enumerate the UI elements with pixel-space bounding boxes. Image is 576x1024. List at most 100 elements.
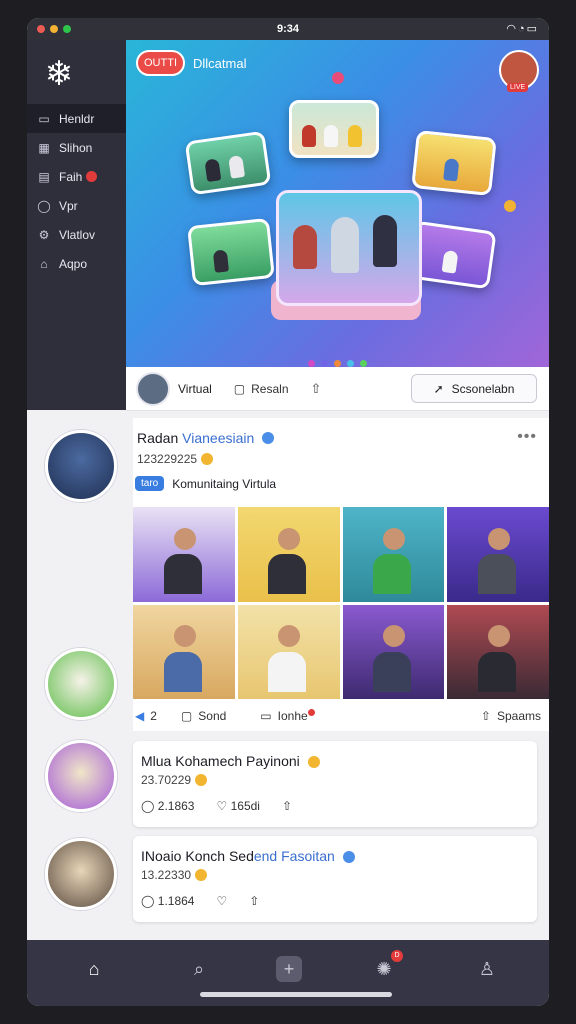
sidebar-item-slihon[interactable]: ▦ Slihon — [27, 133, 126, 162]
profile-avatar[interactable]: LIVE — [499, 50, 539, 92]
verified-icon — [262, 432, 275, 444]
share-icon[interactable]: ⇧ — [282, 799, 292, 813]
person-head — [487, 527, 510, 550]
video-tile[interactable] — [289, 100, 379, 158]
system-icons: ◠◔▭ — [506, 22, 539, 35]
channel-pill[interactable]: OUTTI Dllcatmal — [136, 50, 246, 76]
sidebar-item-faih[interactable]: ▤ Faih — [27, 162, 126, 191]
mini-post-actions: ◯ 1.1864 ♡ ⇧ — [141, 894, 259, 908]
photo-tile[interactable] — [237, 507, 340, 602]
add-icon[interactable]: + — [276, 956, 302, 982]
community-row[interactable]: taro Komunitaing Virtula — [135, 476, 276, 491]
person-head — [383, 625, 406, 648]
video-tile[interactable] — [411, 129, 497, 197]
hero-banner[interactable]: OUTTI Dllcatmal LIVE — [126, 40, 549, 367]
sidebar-item-henldr[interactable]: ▭ Henldr — [27, 104, 126, 133]
pager-dot[interactable] — [308, 360, 315, 367]
carousel-pager — [126, 360, 549, 367]
photo-grid — [133, 507, 549, 699]
like-button[interactable]: ◯ 1.1864 — [141, 894, 194, 908]
action-bar-label: Virtual — [178, 381, 212, 396]
reply-button[interactable]: ▭ Ionhe — [260, 708, 315, 723]
mini-post-title: INoaio Konch Sedend Fasoitan — [141, 848, 355, 864]
story-avatar[interactable] — [45, 648, 117, 720]
search-icon[interactable]: ⌕ — [184, 954, 214, 984]
sidebar-item-vpr[interactable]: ◯ Vpr — [27, 191, 126, 220]
pager-dot[interactable] — [334, 360, 341, 367]
comment-count: 165di — [230, 799, 260, 813]
comment-label: Sond — [198, 709, 227, 723]
photo-tile[interactable] — [133, 604, 235, 699]
sidebar-item-label: Henldr — [59, 111, 95, 126]
photo-tile[interactable] — [342, 507, 445, 602]
story-avatar[interactable] — [45, 838, 117, 910]
comment-button[interactable]: ♡ 165di — [216, 799, 259, 813]
emoji-icon — [307, 756, 320, 768]
photo-tile[interactable] — [133, 507, 235, 602]
photo-tile[interactable] — [447, 507, 549, 602]
story-avatar[interactable] — [45, 740, 117, 812]
mini-post-title: Mlua Kohamech Payinoni — [141, 753, 320, 769]
share-icon[interactable]: ⇧ — [249, 894, 259, 908]
notification-dot — [307, 708, 315, 716]
like-button[interactable]: ◀ 2 — [135, 709, 157, 723]
person-torso — [268, 554, 307, 595]
pager-dot[interactable] — [321, 360, 328, 367]
sidebar-item-vlatlov[interactable]: ⚙ Vlatlov — [27, 220, 126, 249]
person-head — [383, 527, 406, 550]
mini-post[interactable]: INoaio Konch Sedend Fasoitan 13.22330 ◯ … — [133, 836, 537, 922]
mini-post-title-text: Mlua Kohamech Payinoni — [141, 753, 300, 769]
comment-button[interactable]: ♡ — [216, 894, 227, 908]
home-icon[interactable]: ⌂ — [79, 954, 109, 984]
author-highlight: Vianeesiain — [182, 430, 255, 446]
comment-icon: ▢ — [233, 381, 246, 396]
featured-video-tile[interactable] — [276, 190, 422, 306]
comment-label: Resaln — [251, 381, 289, 396]
channel-title: Dllcatmal — [193, 55, 247, 71]
profile-icon: ◯ — [37, 198, 51, 213]
pager-dot[interactable] — [347, 360, 354, 367]
decor-bubble — [504, 200, 516, 212]
person-figure — [204, 158, 222, 183]
photo-tile[interactable] — [447, 604, 549, 699]
sidebar: ❄ ▭ Henldr ▦ Slihon ▤ Faih ◯ Vpr ⚙ Vlatl… — [27, 40, 126, 410]
more-options-icon[interactable]: ••• — [517, 428, 537, 446]
photo-tile[interactable] — [237, 604, 340, 699]
share-icon[interactable]: ⇧ — [311, 381, 322, 397]
sidebar-item-label: Aqpo — [59, 256, 88, 271]
notifications-icon[interactable]: ✺ D — [369, 950, 403, 984]
mini-post[interactable]: Mlua Kohamech Payinoni 23.70229 ◯ 2.1863… — [133, 741, 537, 827]
video-tile[interactable] — [187, 217, 275, 287]
comment-button[interactable]: ▢ Sond — [181, 709, 226, 723]
mini-post-meta: 23.70229 — [141, 773, 208, 787]
emoji-icon — [201, 453, 214, 465]
like-button[interactable]: ◯ 2.1863 — [141, 799, 194, 813]
like-icon: ◯ — [141, 799, 155, 813]
home-icon: ▭ — [38, 111, 50, 126]
video-tile[interactable] — [184, 130, 272, 196]
signal-icon: ◔ — [517, 23, 527, 35]
share-label: Spaams — [496, 709, 541, 723]
profile-icon[interactable]: ♙ — [472, 954, 502, 984]
person-head — [278, 527, 301, 550]
post-author[interactable]: Radan Vianeesiain — [137, 430, 275, 446]
community-name: Komunitaing Virtula — [172, 476, 277, 491]
person-figure — [324, 125, 338, 147]
mini-post-meta: 13.22330 — [141, 868, 208, 882]
mini-post-meta-text: 13.22330 — [141, 868, 192, 882]
snowflake-icon[interactable]: ❄ — [39, 54, 79, 94]
pager-dot[interactable] — [360, 360, 367, 367]
reply-label: Ionhe — [277, 709, 308, 723]
share-dropdown-button[interactable]: ➚ Scsonelabn — [411, 374, 537, 403]
photo-tile[interactable] — [342, 604, 445, 699]
person-head — [173, 625, 196, 648]
sidebar-item-aqpo[interactable]: ⌂ Aqpo — [27, 249, 126, 278]
comment-button[interactable]: ▢ Resaln — [234, 382, 289, 396]
story-avatar[interactable] — [45, 430, 117, 502]
person-figure — [331, 217, 359, 273]
wifi-icon: ◠ — [506, 23, 518, 35]
person-figure — [373, 215, 397, 267]
avatar[interactable] — [136, 371, 170, 406]
person-torso — [373, 554, 412, 595]
share-button[interactable]: ⇧ Spaams — [481, 709, 541, 723]
